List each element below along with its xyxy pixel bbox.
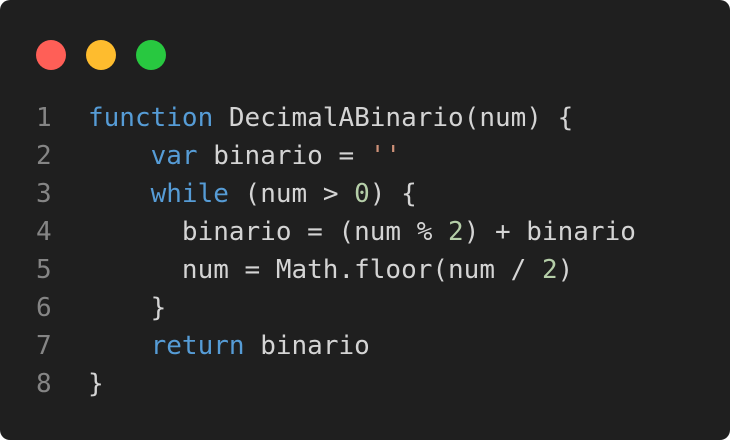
string-token: '': [369, 141, 402, 171]
line-number: 1: [36, 103, 52, 133]
number-token: 2: [448, 217, 464, 247]
code-token: DecimalABinario(num) {: [213, 103, 574, 133]
minimize-dot-icon[interactable]: [86, 40, 116, 70]
code-token: binario = (num %: [88, 217, 449, 247]
line-number: 7: [36, 331, 52, 361]
code-token: ) + binario: [463, 217, 636, 247]
maximize-dot-icon[interactable]: [136, 40, 166, 70]
code-text: }: [88, 289, 167, 327]
keyword-token: var: [150, 141, 198, 171]
code-token: }: [88, 293, 167, 323]
code-token: binario =: [197, 141, 370, 171]
line-number: 2: [36, 141, 52, 171]
keyword-token: return: [150, 331, 245, 361]
code-text: }: [88, 365, 104, 403]
line-number: 8: [36, 369, 52, 399]
number-token: 0: [354, 179, 370, 209]
code-token: (num >: [228, 179, 355, 209]
code-text: num = Math.floor(num / 2): [88, 251, 573, 289]
code-token: binario: [244, 331, 370, 361]
line-number: 3: [36, 179, 52, 209]
code-window: 1 function DecimalABinario(num) { 2 var bi…: [0, 0, 730, 440]
code-token: }: [88, 369, 104, 399]
code-text: return binario: [88, 327, 370, 365]
code-token: num = Math.floor(num /: [88, 255, 542, 285]
code-text: while (num > 0) {: [88, 175, 417, 213]
line-number: 5: [36, 255, 52, 285]
code-text: var binario = '': [88, 137, 401, 175]
code-text: binario = (num % 2) + binario: [88, 213, 636, 251]
code-token: ) {: [369, 179, 417, 209]
keyword-token: function: [88, 103, 214, 133]
close-dot-icon[interactable]: [36, 40, 66, 70]
code-text: function DecimalABinario(num) {: [88, 99, 573, 137]
number-token: 2: [541, 255, 558, 285]
keyword-token: while: [150, 179, 229, 209]
line-number: 6: [36, 293, 52, 323]
line-number: 4: [36, 217, 52, 247]
code-token: ): [557, 255, 574, 285]
